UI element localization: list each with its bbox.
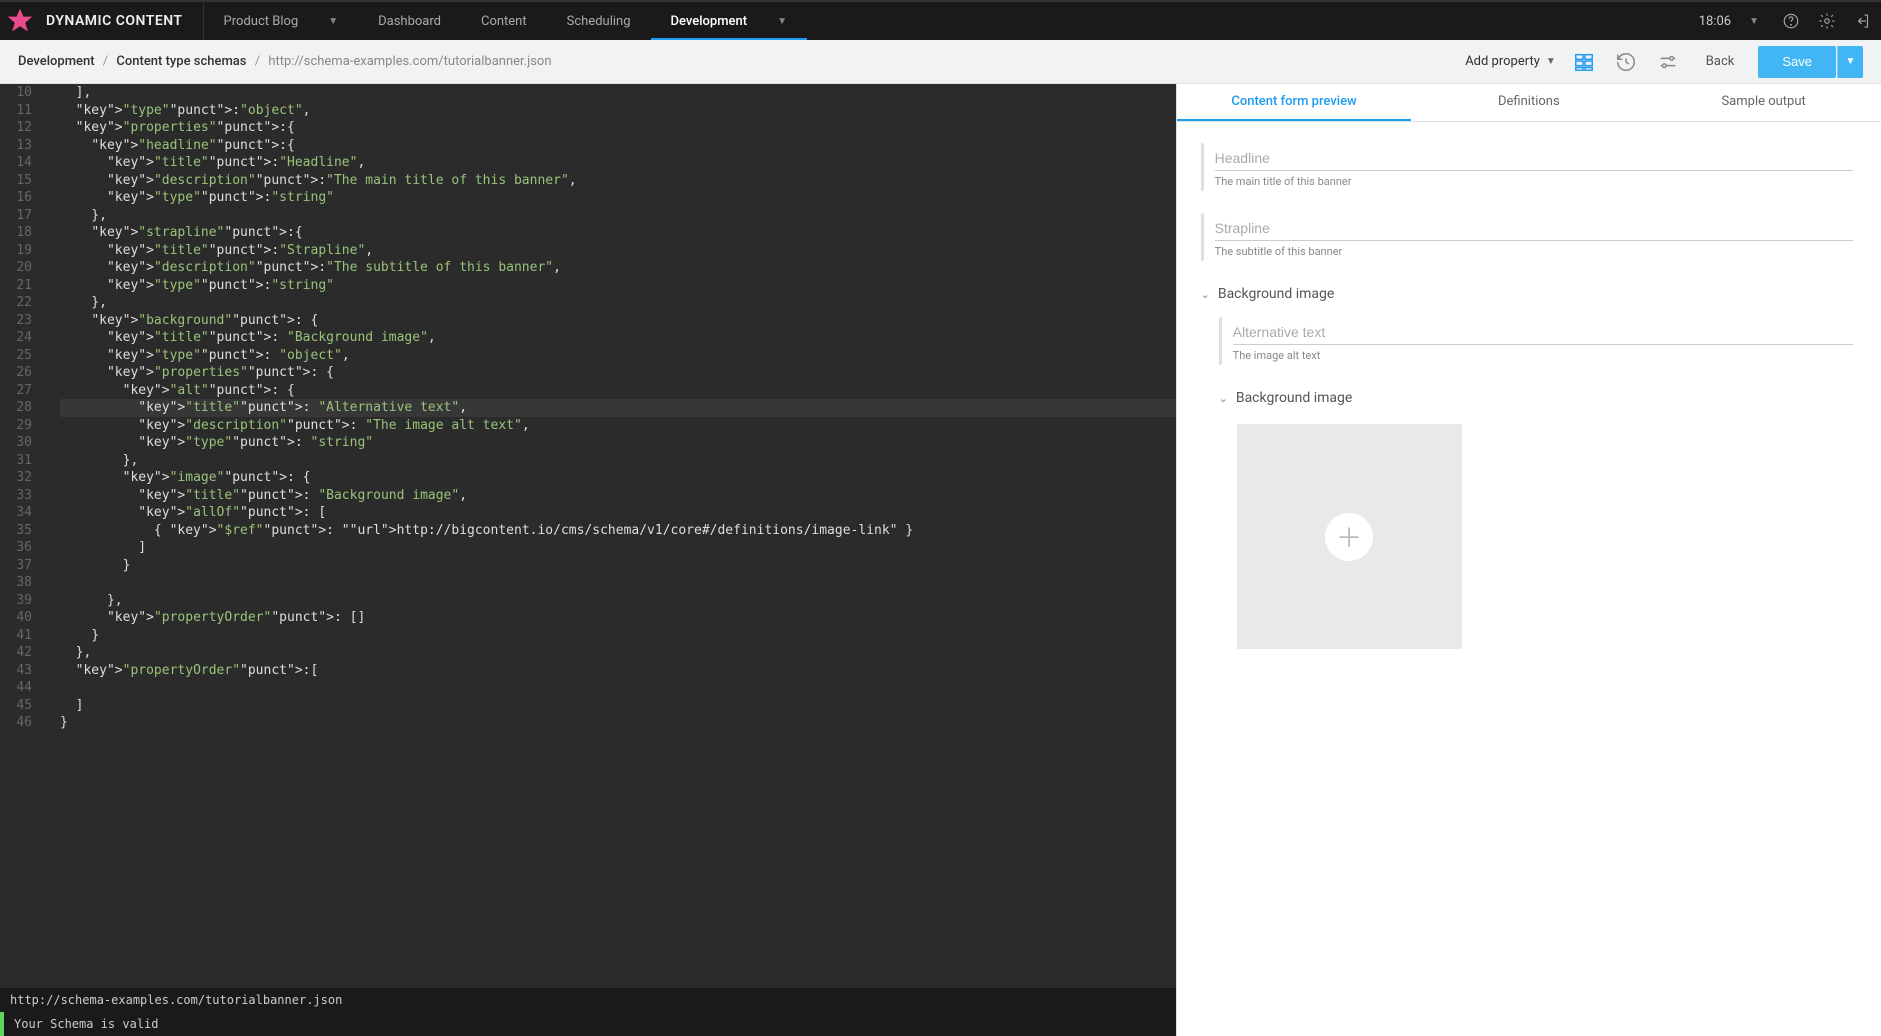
- headline-hint: The main title of this banner: [1215, 175, 1853, 188]
- chevron-down-icon: ⌄: [1201, 288, 1210, 301]
- preview-tabs: Content form preview Definitions Sample …: [1177, 84, 1881, 122]
- code-editor[interactable]: 1011121314151617181920212223242526272829…: [0, 84, 1176, 988]
- strapline-input[interactable]: [1215, 216, 1853, 241]
- section-background-image[interactable]: ⌄ Background image: [1201, 286, 1853, 302]
- nav-scheduling[interactable]: Scheduling: [547, 2, 651, 40]
- crumb-url: http://schema-examples.com/tutorialbanne…: [268, 54, 551, 69]
- brand-logo[interactable]: [0, 1, 40, 41]
- plus-icon: ＋: [1325, 513, 1373, 561]
- chevron-down-icon: ▼: [1546, 56, 1556, 67]
- nav-dashboard[interactable]: Dashboard: [358, 2, 461, 40]
- field-alt-text: The image alt text: [1219, 320, 1853, 362]
- logout-icon[interactable]: [1845, 1, 1881, 41]
- alt-text-hint: The image alt text: [1233, 349, 1853, 362]
- action-bar: Development / Content type schemas / htt…: [0, 40, 1881, 84]
- section-background-image-inner[interactable]: ⌄ Background image: [1219, 390, 1853, 406]
- editor-column: 1011121314151617181920212223242526272829…: [0, 84, 1176, 1036]
- chevron-down-icon: ▼: [328, 16, 338, 27]
- headline-input[interactable]: [1215, 146, 1853, 171]
- tab-content-form-preview[interactable]: Content form preview: [1177, 84, 1412, 121]
- layout-icon[interactable]: [1570, 48, 1598, 76]
- save-button[interactable]: Save: [1758, 46, 1836, 78]
- settings-sliders-icon[interactable]: [1654, 48, 1682, 76]
- alt-text-input[interactable]: [1233, 320, 1853, 345]
- editor-path: http://schema-examples.com/tutorialbanne…: [0, 988, 1176, 1012]
- line-gutter: 1011121314151617181920212223242526272829…: [0, 84, 44, 988]
- back-button[interactable]: Back: [1696, 54, 1745, 69]
- crumb-schemas[interactable]: Content type schemas: [116, 54, 246, 69]
- preview-body: The main title of this banner The subtit…: [1177, 122, 1881, 1036]
- brand-title: DYNAMIC CONTENT: [40, 2, 204, 40]
- gear-icon[interactable]: [1809, 1, 1845, 41]
- help-icon[interactable]: [1773, 1, 1809, 41]
- history-icon[interactable]: [1612, 48, 1640, 76]
- nav-development[interactable]: Development ▼: [651, 2, 807, 40]
- field-headline: The main title of this banner: [1201, 146, 1853, 188]
- chevron-down-icon: ⌄: [1219, 392, 1228, 405]
- save-dropdown-button[interactable]: ▼: [1837, 46, 1863, 78]
- editor-status: Your Schema is valid: [0, 1012, 1176, 1036]
- crumb-development[interactable]: Development: [18, 54, 95, 69]
- tab-definitions[interactable]: Definitions: [1411, 84, 1646, 121]
- chevron-down-icon: ▼: [777, 16, 787, 27]
- image-dropzone[interactable]: ＋: [1237, 424, 1462, 649]
- chevron-down-icon: ▼: [1749, 16, 1759, 27]
- nav-product-blog[interactable]: Product Blog ▼: [204, 2, 359, 40]
- main-split: 1011121314151617181920212223242526272829…: [0, 84, 1881, 1036]
- tab-sample-output[interactable]: Sample output: [1646, 84, 1881, 121]
- preview-column: Content form preview Definitions Sample …: [1176, 84, 1881, 1036]
- strapline-hint: The subtitle of this banner: [1215, 245, 1853, 258]
- nav-content[interactable]: Content: [461, 2, 547, 40]
- clock: 18:06 ▼: [1685, 14, 1773, 29]
- add-property-button[interactable]: Add property ▼: [1465, 54, 1556, 69]
- code-content[interactable]: ], "key">"type""punct">:"object", "key">…: [44, 84, 1176, 988]
- field-strapline: The subtitle of this banner: [1201, 216, 1853, 258]
- breadcrumb: Development / Content type schemas / htt…: [18, 54, 552, 69]
- top-nav: DYNAMIC CONTENT Product Blog ▼ Dashboard…: [0, 0, 1881, 40]
